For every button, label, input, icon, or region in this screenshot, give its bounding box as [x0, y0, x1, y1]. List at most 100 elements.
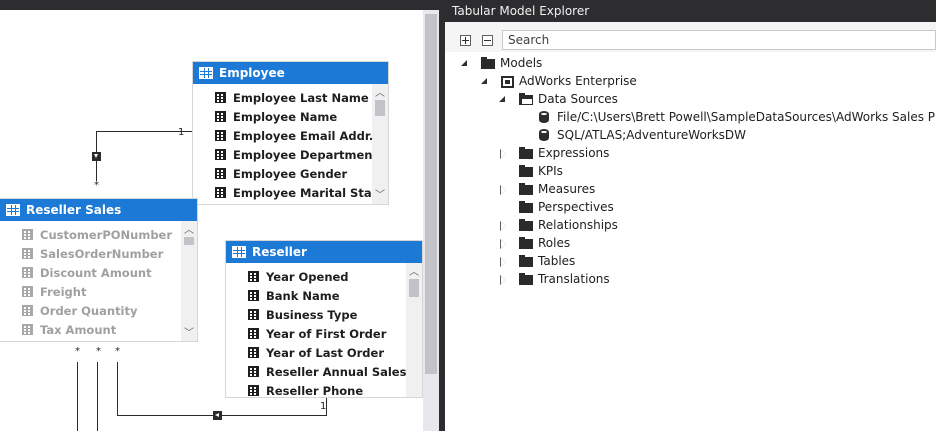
folder-icon [519, 147, 533, 159]
tree-item-data-sources[interactable]: Data Sources [538, 90, 618, 108]
column-row[interactable]: Discount Amount [0, 263, 181, 282]
folder-icon [519, 273, 533, 285]
folder-icon [519, 165, 533, 177]
column-row[interactable]: Employee Department [193, 145, 372, 164]
table-title: Reseller Sales [26, 203, 122, 217]
column-row[interactable]: Reseller Annual Sales [226, 362, 406, 381]
scroll-down-icon[interactable]: ﹀ [184, 324, 194, 339]
column-name: Reseller Annual Sales [266, 364, 406, 379]
scroll-thumb[interactable] [425, 14, 437, 374]
table-title: Employee [219, 66, 285, 80]
table-header[interactable]: Reseller [226, 241, 422, 263]
column-icon [215, 149, 226, 160]
diagram-vertical-scrollbar[interactable] [423, 10, 439, 431]
table-scrollbar[interactable]: ︿ ﹀ [372, 84, 388, 204]
tree-item-data-source[interactable]: SQL/ATLAS;AdventureWorksDW [557, 126, 746, 144]
database-icon [539, 129, 549, 141]
table-icon [199, 67, 213, 79]
column-icon [248, 366, 259, 377]
tree-item-measures[interactable]: Measures [538, 180, 595, 198]
collapsed-arrow-icon[interactable] [500, 239, 506, 249]
table-header[interactable]: Employee [193, 62, 388, 84]
column-icon [215, 111, 226, 122]
collapsed-arrow-icon[interactable] [500, 185, 506, 195]
column-name: Year of Last Order [266, 345, 384, 360]
relationship-line [96, 131, 97, 153]
column-name: Employee Last Name [233, 90, 369, 105]
column-icon [248, 347, 259, 358]
tree-item-model[interactable]: AdWorks Enterprise [519, 72, 637, 90]
relationship-line [117, 362, 118, 415]
tree-item-expressions[interactable]: Expressions [538, 144, 609, 162]
tree-item-kpis[interactable]: KPIs [538, 162, 563, 180]
tree-item-models[interactable]: Models [500, 54, 542, 72]
scroll-down-icon[interactable]: ﹀ [375, 186, 385, 201]
column-row[interactable]: Employee Last Name [193, 88, 372, 107]
column-row[interactable]: Business Type [226, 305, 406, 324]
column-icon [248, 271, 259, 282]
tree-item-relationships[interactable]: Relationships [538, 216, 618, 234]
column-row[interactable]: Bank Name [226, 286, 406, 305]
column-row[interactable]: Employee Marital Sta... [193, 183, 372, 202]
column-icon [248, 328, 259, 339]
column-name: SalesOrderNumber [40, 246, 164, 261]
expanded-arrow-icon[interactable] [481, 78, 487, 84]
table-scrollbar[interactable]: ︿ [406, 263, 422, 397]
folder-icon [519, 219, 533, 231]
folder-open-icon [519, 93, 533, 105]
column-name: Freight [40, 284, 87, 299]
column-row[interactable]: Employee Name [193, 107, 372, 126]
tree-item-tables[interactable]: Tables [538, 252, 575, 270]
filter-direction-icon [92, 152, 101, 161]
models-folder-icon [481, 57, 495, 69]
column-row[interactable]: SalesOrderNumber [0, 244, 181, 263]
reseller-table[interactable]: Reseller Year Opened Bank Name Business Ty… [225, 240, 423, 398]
column-row[interactable]: Year of Last Order [226, 343, 406, 362]
collapsed-arrow-icon[interactable] [500, 257, 506, 267]
relationship-line [96, 161, 97, 181]
column-name: Discount Amount [40, 265, 152, 280]
column-row[interactable]: Employee Email Addr... [193, 126, 372, 145]
tree-item-roles[interactable]: Roles [538, 234, 570, 252]
collapsed-arrow-icon[interactable] [500, 275, 506, 285]
expand-all-icon[interactable] [460, 35, 471, 46]
scroll-up-icon[interactable]: ︿ [184, 221, 194, 236]
column-row[interactable]: Order Quantity [0, 301, 181, 320]
scroll-up-icon[interactable]: ︿ [375, 84, 385, 99]
diagram-canvas[interactable]: 1 * * * * 1 Employee Employee Last Name E… [0, 0, 423, 431]
column-icon [215, 92, 226, 103]
column-row[interactable]: Employee Gender [193, 164, 372, 183]
column-icon [22, 324, 33, 335]
column-icon [22, 286, 33, 297]
table-scrollbar[interactable]: ︿ ﹀ [181, 221, 197, 341]
scroll-up-icon[interactable]: ︿ [409, 263, 419, 278]
column-icon [248, 385, 259, 396]
expanded-arrow-icon[interactable] [499, 96, 505, 102]
column-row[interactable]: CustomerPONumber [0, 225, 181, 244]
reseller-sales-table[interactable]: Reseller Sales CustomerPONumber SalesOrde… [0, 198, 198, 342]
column-row[interactable]: Year Opened [226, 267, 406, 286]
expanded-arrow-icon[interactable] [461, 60, 467, 66]
column-name: Employee Marital Sta... [233, 185, 372, 200]
tree-item-data-source[interactable]: File/C:\Users\Brett Powell\SampleDataSou… [557, 108, 936, 126]
panel-title: Tabular Model Explorer [445, 0, 936, 22]
scroll-thumb[interactable] [409, 279, 419, 297]
scroll-thumb[interactable] [184, 237, 194, 245]
collapse-all-icon[interactable] [482, 35, 493, 46]
column-icon [22, 229, 33, 240]
collapsed-arrow-icon[interactable] [500, 221, 506, 231]
column-row[interactable]: Freight [0, 282, 181, 301]
employee-table[interactable]: Employee Employee Last Name Employee Name… [192, 61, 389, 205]
tree-item-perspectives[interactable]: Perspectives [538, 198, 614, 216]
table-header[interactable]: Reseller Sales [0, 199, 197, 221]
tree-item-translations[interactable]: Translations [538, 270, 610, 288]
column-row[interactable]: Reseller Phone [226, 381, 406, 397]
column-row[interactable]: Tax Amount [0, 320, 181, 339]
column-name: Business Type [266, 307, 358, 322]
search-input[interactable] [502, 30, 936, 50]
column-name: Order Quantity [40, 303, 138, 318]
scroll-thumb[interactable] [375, 100, 385, 116]
cardinality-many-label: * [96, 346, 101, 357]
collapsed-arrow-icon[interactable] [500, 149, 506, 159]
column-row[interactable]: Year of First Order [226, 324, 406, 343]
